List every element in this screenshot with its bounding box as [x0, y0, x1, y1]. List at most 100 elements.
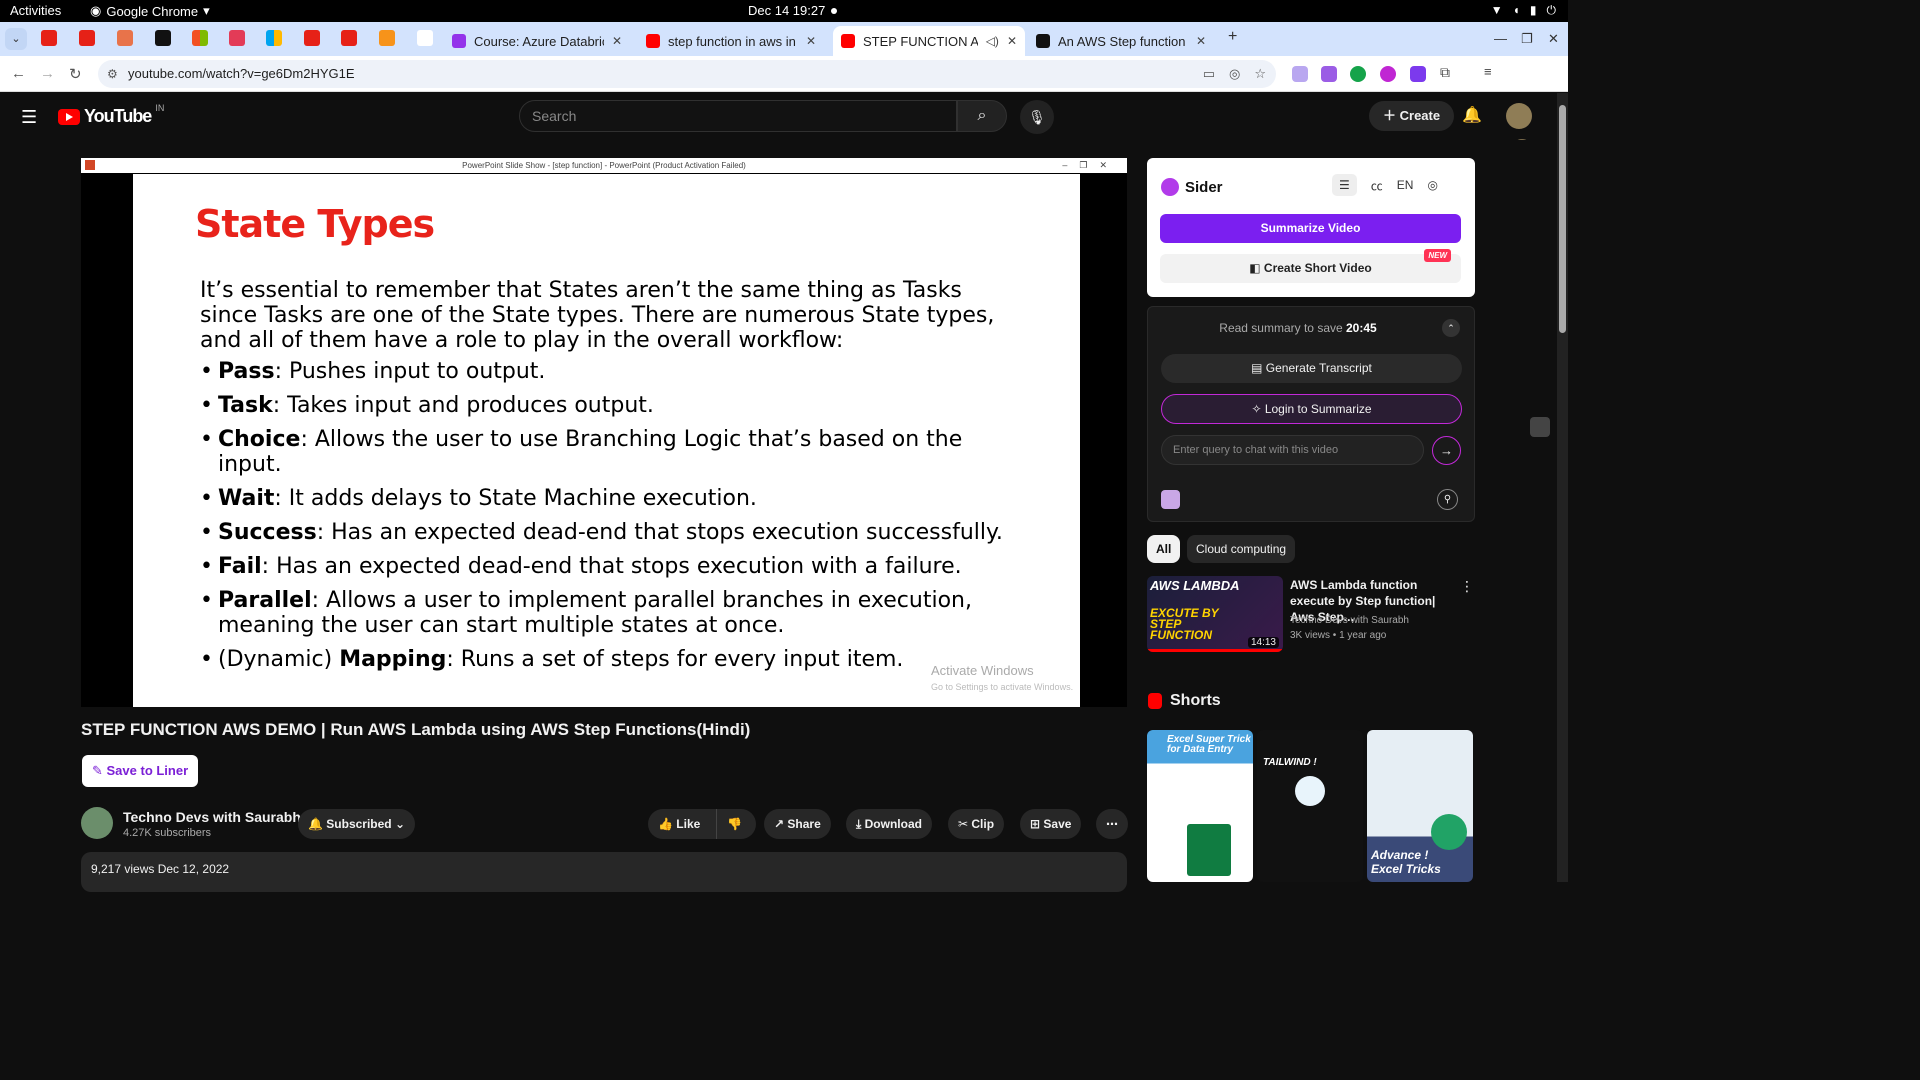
transcript-icon: ▤ [1251, 361, 1266, 375]
liner-icon: ✎ [92, 763, 107, 778]
youtube-logo[interactable]: YouTube IN [58, 103, 164, 127]
extension-pen-icon[interactable] [1321, 66, 1337, 82]
tab-aws-step-function-article[interactable]: An AWS Step function C ✕ [1028, 26, 1220, 56]
page-scrollbar[interactable] [1557, 93, 1568, 882]
pinned-tab-stack-icon[interactable] [117, 30, 133, 46]
search-input[interactable]: Search [519, 100, 957, 132]
clip-button[interactable]: ✂ Clip [948, 809, 1005, 839]
more-actions-icon[interactable]: ⋯ [1096, 809, 1128, 839]
like-button[interactable]: 👍 Like [648, 809, 716, 839]
closed-captions-icon[interactable]: ㏄ [1371, 177, 1383, 194]
grammarly-icon[interactable] [1350, 66, 1366, 82]
app-menu[interactable]: ◉ Google Chrome ▾ [90, 3, 210, 19]
battery-icon: ▮ [1529, 3, 1537, 17]
address-bar[interactable]: ⚙ youtube.com/watch?v=ge6Dm2HYG1E ▭ ◎ ☆ [98, 60, 1276, 88]
pinned-tab-app-icon[interactable] [229, 30, 245, 46]
summary-list-icon[interactable]: ☰ [1332, 174, 1357, 196]
close-window-icon[interactable]: ✕ [1548, 31, 1559, 47]
microphone-icon[interactable]: 🎙 [1020, 100, 1054, 134]
sider-extension-icon[interactable] [1380, 66, 1396, 82]
pinned-tab-youtube-icon[interactable] [304, 30, 320, 46]
dislike-button[interactable]: 👎 [716, 809, 756, 839]
reading-list-icon[interactable]: ≡ [1484, 64, 1500, 80]
save-button[interactable]: ⊞ Save [1020, 809, 1082, 839]
tailwind-icon [1295, 776, 1325, 806]
tab-search-button[interactable]: ⌄ [5, 28, 27, 50]
system-tray[interactable]: ▼ ◖ ▮ ⏻ [1491, 3, 1556, 18]
chip-cloud-computing[interactable]: Cloud computing [1187, 535, 1296, 563]
cast-icon[interactable]: ▭ [1203, 60, 1215, 88]
collapse-chevron-icon[interactable]: ⌃ [1442, 319, 1460, 337]
video-player[interactable]: PowerPoint Slide Show - [step function] … [81, 158, 1127, 707]
bell-icon: 🔔 [308, 817, 327, 831]
clock[interactable]: Dec 14 19:27 [748, 3, 825, 18]
extension-icon[interactable] [1292, 66, 1308, 82]
puzzle-extensions-icon[interactable]: ⧉ [1440, 64, 1456, 80]
sider-brain-icon [1161, 178, 1179, 196]
create-short-video-button[interactable]: ◧ Create Short Video NEW [1160, 249, 1461, 283]
close-tab-icon[interactable]: ✕ [1007, 34, 1017, 48]
download-button[interactable]: ⤓ Download [846, 809, 932, 839]
channel-avatar[interactable] [81, 807, 113, 839]
reload-icon[interactable]: ↻ [69, 65, 82, 83]
new-tab-button[interactable]: + [1228, 28, 1237, 46]
tab-course-azure[interactable]: Course: Azure Databricks✕ [444, 26, 636, 56]
share-button[interactable]: ↗ Share [764, 809, 831, 839]
language-selector[interactable]: EN [1397, 178, 1414, 192]
save-to-liner-button[interactable]: ✎ Save to Liner [82, 755, 199, 787]
chip-all[interactable]: All [1147, 535, 1181, 563]
scroll-thumb[interactable] [1559, 105, 1566, 333]
activities-button[interactable]: Activities [10, 3, 61, 18]
audio-playing-icon[interactable]: ◁) [986, 34, 999, 48]
system-top-bar: Activities ◉ Google Chrome ▾ Dec 14 19:27 … [0, 0, 1568, 22]
tab-step-function-aws[interactable]: STEP FUNCTION AWS◁)✕ [833, 26, 1025, 56]
youtube-avatar[interactable] [1506, 103, 1532, 129]
close-tab-icon[interactable]: ✕ [612, 34, 622, 48]
pinned-tab-aws-icon[interactable] [379, 30, 395, 46]
pinned-tab-openai-icon[interactable] [155, 30, 171, 46]
user-icon[interactable]: ⚲ [1437, 489, 1458, 510]
notifications-bell-icon[interactable]: 🔔 [1462, 105, 1482, 125]
close-tab-icon[interactable]: ✕ [1196, 34, 1206, 48]
short-card[interactable]: Excel Super Trick for Data Entry [1147, 730, 1253, 882]
subscribed-button[interactable]: 🔔 Subscribed ⌄ [298, 809, 416, 839]
maximize-icon[interactable]: ❐ [1521, 31, 1533, 47]
sider-floating-icon[interactable] [1530, 417, 1550, 437]
menu-icon[interactable]: ☰ [21, 107, 37, 128]
window-controls: –❐✕ [1062, 160, 1119, 170]
youtube-play-icon [58, 108, 80, 125]
summarize-video-button[interactable]: Summarize Video [1160, 214, 1461, 243]
pinned-tab-youtube-icon[interactable] [79, 30, 95, 46]
short-card[interactable]: TAILWIND ! [1257, 730, 1363, 882]
video-thumbnail[interactable]: AWS LAMBDA EXCUTE BY STEP FUNCTION 14:13 [1147, 576, 1283, 652]
description-box[interactable]: 9,217 views Dec 12, 2022 [81, 852, 1127, 892]
settings-icon[interactable]: ◎ [1427, 178, 1437, 192]
pinned-tab-youtube-icon[interactable] [341, 30, 357, 46]
pinned-tab-youtube-icon[interactable] [41, 30, 57, 46]
youtube-header: ☰ YouTube IN Search ⌕ 🎙 ＋ Create 🔔 [0, 93, 1556, 139]
short-card[interactable]: Advance ! Excel Tricks [1367, 730, 1473, 882]
generate-transcript-button[interactable]: ▤ Generate Transcript [1161, 354, 1462, 383]
create-button[interactable]: ＋ Create [1369, 101, 1455, 131]
pinned-tab-microsoft-icon[interactable] [192, 30, 208, 46]
video-options-icon[interactable]: ⋮ [1460, 578, 1474, 595]
tab-step-function-search[interactable]: step function in aws in h ✕ [638, 26, 830, 56]
bookmark-star-icon[interactable]: ☆ [1254, 60, 1266, 88]
search-icon[interactable]: ⌕ [957, 100, 1007, 132]
plus-icon: ＋ [1383, 108, 1400, 123]
extension-icon[interactable] [1410, 66, 1426, 82]
pinned-tab-blank-icon[interactable] [417, 30, 433, 46]
chat-query-input[interactable]: Enter query to chat with this video [1161, 435, 1424, 465]
site-info-icon[interactable]: ⚙ [107, 60, 118, 88]
channel-name[interactable]: Techno Devs with Saurabh [123, 809, 301, 825]
back-icon[interactable]: ← [11, 65, 26, 82]
forward-icon[interactable]: → [40, 65, 55, 82]
login-to-summarize-button[interactable]: ✧ Login to Summarize [1161, 394, 1462, 424]
send-arrow-icon[interactable]: → [1432, 436, 1461, 465]
eye-off-icon[interactable]: ◎ [1229, 60, 1240, 88]
minimize-icon[interactable]: — [1494, 31, 1507, 46]
download-icon: ⤓ [856, 817, 865, 831]
pinned-tab-microsoft-icon[interactable] [266, 30, 282, 46]
close-tab-icon[interactable]: ✕ [806, 34, 816, 48]
sider-mini-icon[interactable] [1161, 490, 1180, 509]
